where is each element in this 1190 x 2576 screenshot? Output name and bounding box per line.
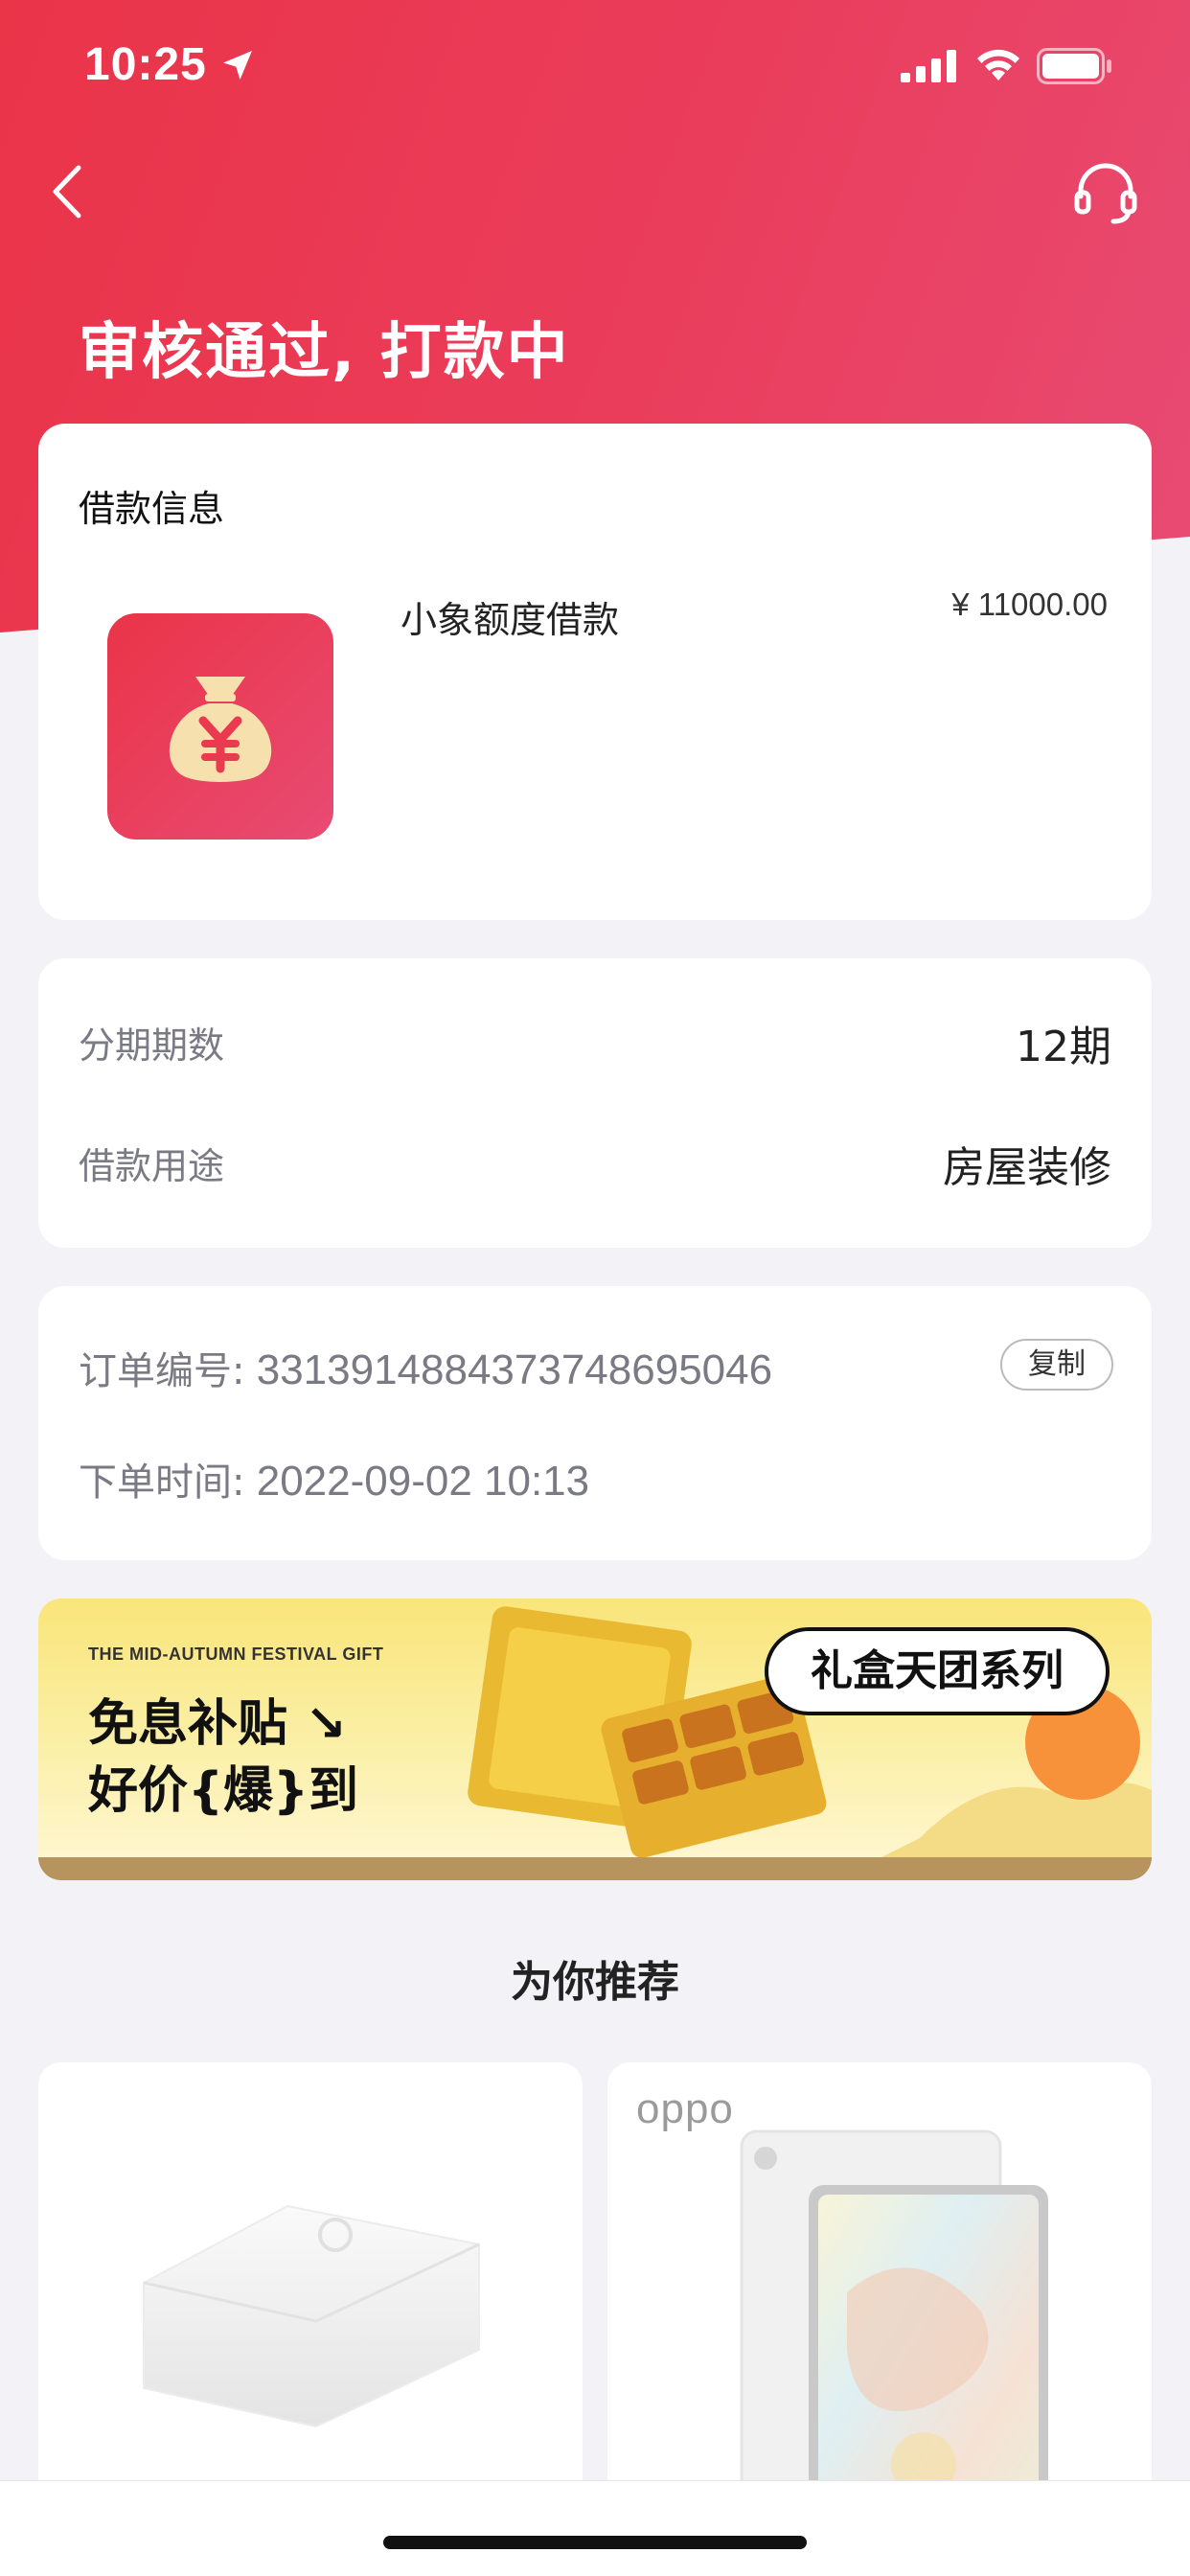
banner-headline-2: 好价{爆}到 (88, 1762, 359, 1820)
product-name: 小象额度借款 (400, 599, 620, 641)
banner-speech-bubble: 礼盒天团系列 (765, 1627, 1110, 1715)
loan-amount: ¥ 11000.00 (951, 586, 1108, 622)
home-bar-area (0, 2480, 1190, 2576)
loan-info-card: 借款信息 小象额度借款 ¥ 11000.00 (38, 424, 1152, 920)
banner-footer-strip (38, 1857, 1152, 1880)
home-indicator[interactable] (383, 2536, 807, 2549)
order-number-label: 订单编号: (79, 1349, 245, 1393)
back-chevron-icon[interactable] (44, 158, 92, 225)
order-info-card: 订单编号: 3313914884373748695046 复制 下单时间: 20… (38, 1286, 1152, 1560)
order-time-label: 下单时间: (79, 1460, 245, 1505)
recommend-section-title: 为你推荐 (511, 1958, 679, 2007)
banner-subtitle: THE MID-AUTUMN FESTIVAL GIFT (88, 1644, 384, 1664)
battery-icon (1037, 48, 1111, 84)
loan-purpose-label: 借款用途 (79, 1145, 225, 1187)
page-title: 审核通过, 打款中 (79, 317, 570, 388)
status-bar: 10:25 (0, 0, 1190, 134)
installment-count-value: 12期 (1016, 1023, 1111, 1071)
order-time-row: 下单时间: 2022-09-02 10:13 (79, 1451, 589, 1506)
customer-service-headset-icon[interactable] (1071, 158, 1140, 227)
order-number-row: 订单编号: 3313914884373748695046 (79, 1340, 772, 1395)
cellular-signal-icon (901, 50, 956, 82)
wifi-icon (977, 49, 1019, 80)
order-time-value: 2022-09-02 10:13 (256, 1458, 590, 1505)
mid-autumn-promo-banner[interactable]: THE MID-AUTUMN FESTIVAL GIFT 免息补贴 ↘ 好价{爆… (38, 1598, 1152, 1880)
loan-info-title: 借款信息 (79, 488, 225, 530)
loan-terms-card: 分期期数 12期 借款用途 房屋装修 (38, 958, 1152, 1248)
order-number-value: 3313914884373748695046 (256, 1346, 773, 1393)
loan-purpose-value: 房屋装修 (943, 1143, 1111, 1192)
banner-headline-1: 免息补贴 ↘ (88, 1695, 347, 1753)
money-bag-yen-icon (107, 613, 333, 840)
loan-status-page: 10:25 审核通过, 打款中 借款信息 小象额度借款 ¥ 11000.00 分… (0, 0, 1190, 2576)
status-time: 10:25 (84, 39, 207, 90)
installment-count-label: 分期期数 (79, 1024, 225, 1067)
location-arrow-icon (223, 51, 252, 80)
copy-order-number-button[interactable]: 复制 (1000, 1339, 1113, 1391)
